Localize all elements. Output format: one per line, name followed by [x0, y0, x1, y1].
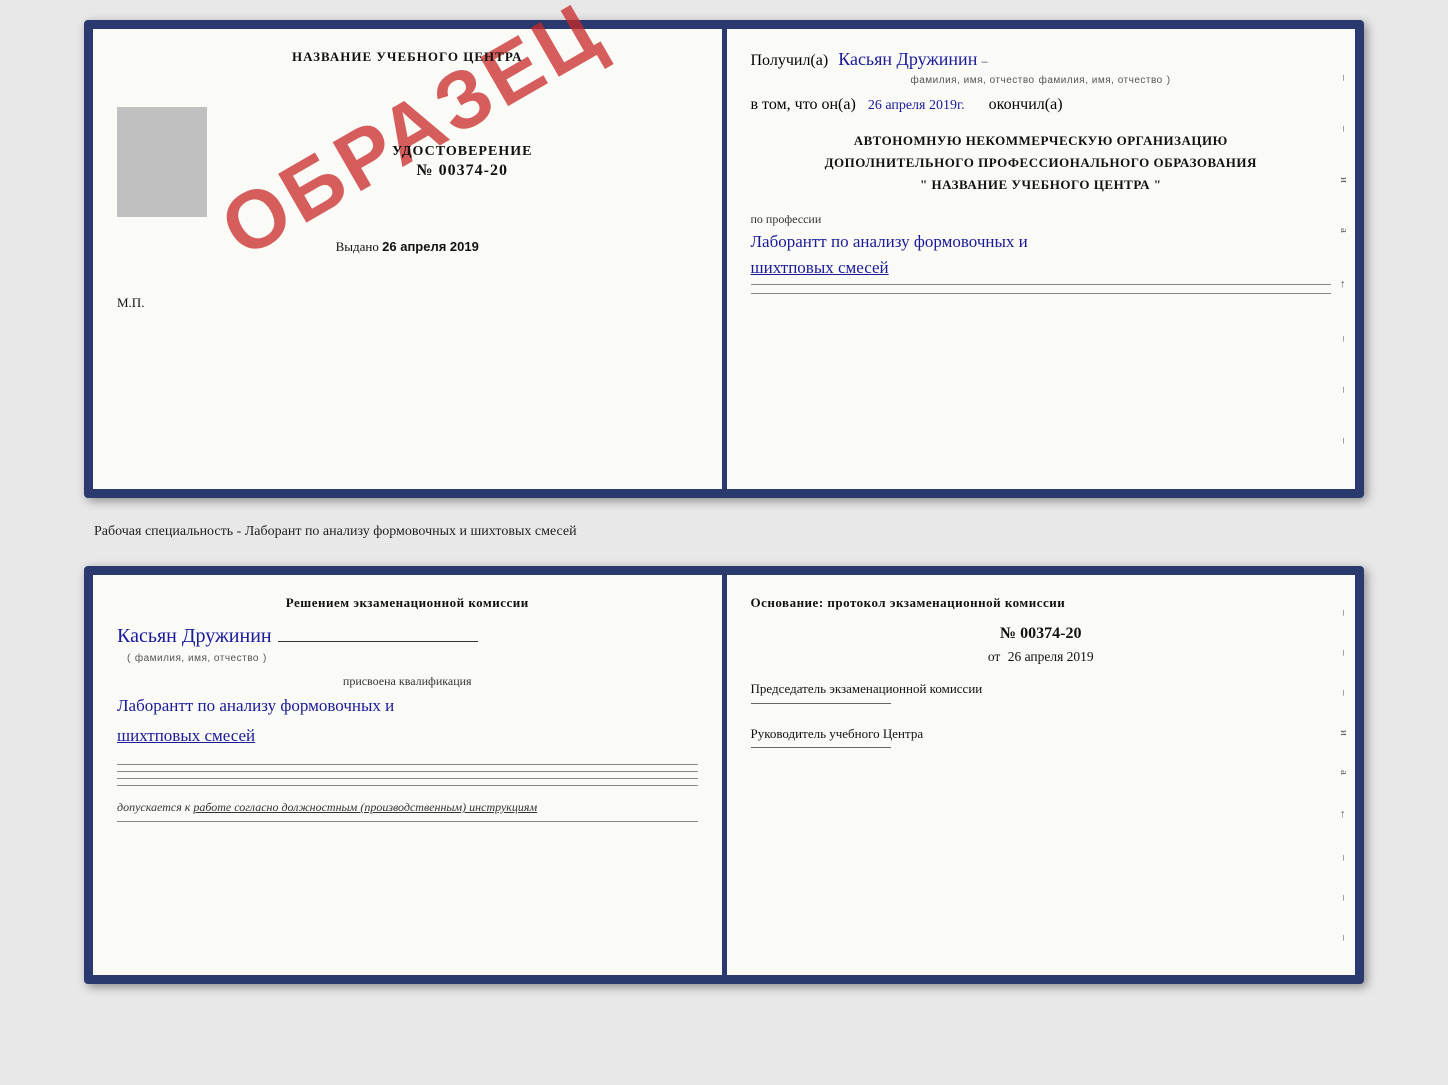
photo-placeholder	[117, 107, 207, 217]
comm-title: Решением экзаменационной комиссии	[117, 595, 698, 611]
cert-issued-line: Выдано 26 апреля 2019	[117, 239, 698, 255]
certificate-book: НАЗВАНИЕ УЧЕБНОГО ЦЕНТРА ОБРАЗЕЦ УДОСТОВ…	[84, 20, 1364, 498]
cert-left-page: НАЗВАНИЕ УЧЕБНОГО ЦЕНТРА ОБРАЗЕЦ УДОСТОВ…	[93, 29, 724, 489]
comm-допуск-text: работе согласно должностным (производств…	[193, 800, 537, 814]
org-line1: АВТОНОМНУЮ НЕКОММЕРЧЕСКУЮ ОРГАНИЗАЦИЮ	[751, 130, 1332, 152]
cert-right-page: Получил(а) Касьян Дружинин – фамилия, им…	[727, 29, 1356, 489]
date-line: в том, что он(а) 26 апреля 2019г. окончи…	[751, 96, 1332, 114]
received-label: Получил(а)	[751, 52, 829, 69]
profession-text: Лаборантт по анализу формовочных и	[751, 229, 1332, 255]
fio-sub-cert: фамилия, имя, отчество	[911, 75, 1035, 86]
received-fio: Касьян Дружинин	[838, 49, 977, 69]
date-label: в том, что он(а)	[751, 96, 856, 113]
protocol-date-value: 26 апреля 2019	[1008, 649, 1094, 664]
comm-fio-block: Касьян Дружинин ( фамилия, имя, отчество…	[117, 625, 698, 666]
comm-fio-text: Касьян Дружинин	[117, 625, 272, 647]
org-line3: " НАЗВАНИЕ УЧЕБНОГО ЦЕНТРА "	[751, 174, 1332, 196]
comm-qual-text: Лаборантт по анализу формовочных и	[117, 693, 698, 719]
cert-issued-label: Выдано	[336, 239, 379, 254]
cert-mp: М.П.	[117, 295, 698, 311]
cert-issued-date: 26 апреля 2019	[382, 239, 479, 254]
specialty-line: Рабочая специальность - Лаборант по анал…	[84, 524, 1364, 540]
comm-qual-label: присвоена квалификация	[117, 674, 698, 689]
profession-label: по профессии	[751, 212, 1332, 227]
cert-doc-number: № 00374-20	[417, 162, 508, 180]
comm-lines-block	[117, 764, 698, 786]
date-value: 26 апреля 2019г.	[868, 98, 965, 113]
comm-chairman-label: Председатель экзаменационной комиссии	[751, 679, 1332, 699]
received-line: Получил(а) Касьян Дружинин – фамилия, им…	[751, 49, 1332, 88]
comm-right-page: Основание: протокол экзаменационной коми…	[727, 575, 1356, 975]
commission-book: Решением экзаменационной комиссии Касьян…	[84, 566, 1364, 984]
profession-block: по профессии Лаборантт по анализу формов…	[751, 212, 1332, 294]
org-block: АВТОНОМНУЮ НЕКОММЕРЧЕСКУЮ ОРГАНИЗАЦИЮ ДО…	[751, 130, 1332, 196]
comm-fio-underline	[278, 641, 478, 642]
comm-director-sign	[751, 747, 891, 748]
profession-text-2: шихтповых смесей	[751, 255, 1332, 281]
comm-director-block: Руководитель учебного Центра	[751, 724, 1332, 749]
comm-protocol-date: от 26 апреля 2019	[751, 649, 1332, 665]
comm-chairman-block: Председатель экзаменационной комиссии	[751, 679, 1332, 704]
comm-допуск: допускается к работе согласно должностны…	[117, 800, 698, 815]
protocol-date-prefix: от	[988, 649, 1000, 664]
comm-director-label: Руководитель учебного Центра	[751, 724, 1332, 744]
org-line2: ДОПОЛНИТЕЛЬНОГО ПРОФЕССИОНАЛЬНОГО ОБРАЗО…	[751, 152, 1332, 174]
comm-left-page: Решением экзаменационной комиссии Касьян…	[93, 575, 724, 975]
comm-protocol-number: № 00374-20	[751, 625, 1332, 643]
comm-fio-sub: (	[127, 653, 131, 664]
comm-допуск-label: допускается к	[117, 800, 190, 814]
comm-right-title: Основание: протокол экзаменационной коми…	[751, 595, 1332, 611]
document-container: НАЗВАНИЕ УЧЕБНОГО ЦЕНТРА ОБРАЗЕЦ УДОСТОВ…	[84, 20, 1364, 984]
cert-doc-label: УДОСТОВЕРЕНИЕ	[392, 144, 532, 160]
comm-qual-text-2: шихтповых смесей	[117, 723, 698, 749]
right-side-markers: – – и а ← – – –	[1333, 29, 1355, 489]
comm-right-side-markers: – – – и а ← – – –	[1333, 575, 1355, 975]
cert-left-title: НАЗВАНИЕ УЧЕБНОГО ЦЕНТРА	[117, 49, 698, 65]
date-finished: окончил(а)	[989, 96, 1063, 113]
comm-chairman-sign	[751, 703, 891, 704]
